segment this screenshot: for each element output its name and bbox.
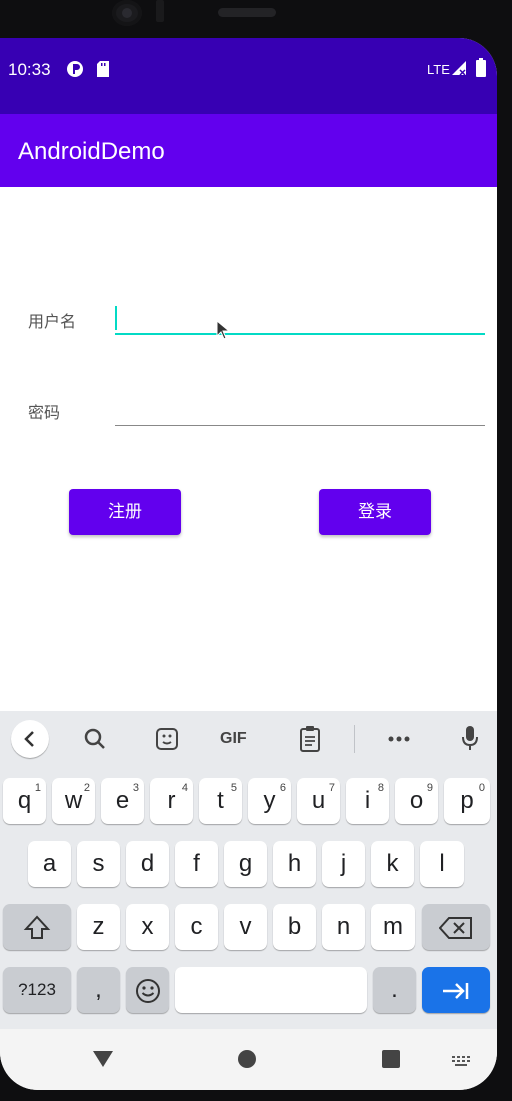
mic-icon[interactable] <box>460 721 480 757</box>
phone-frame: 10:33 LTE AndroidDemo 用户名 密码 注册 登录 GIF q… <box>0 0 512 1101</box>
shift-key[interactable] <box>3 904 71 950</box>
screen: 10:33 LTE AndroidDemo 用户名 密码 注册 登录 GIF q… <box>0 38 497 1090</box>
status-time: 10:33 <box>8 60 51 79</box>
enter-key[interactable] <box>422 967 490 1013</box>
space-key[interactable] <box>175 967 367 1013</box>
key-t[interactable]: t5 <box>199 778 242 824</box>
key-w[interactable]: w2 <box>52 778 95 824</box>
soft-keyboard: GIF q1 w2 e3 r4 t5 y6 u7 i8 o9 p0 a s d … <box>0 711 497 1029</box>
key-e[interactable]: e3 <box>101 778 144 824</box>
key-s[interactable]: s <box>77 841 120 887</box>
clipboard-icon[interactable] <box>299 721 321 757</box>
password-underline <box>115 425 485 426</box>
key-q[interactable]: q1 <box>3 778 46 824</box>
speaker <box>218 8 276 17</box>
backspace-key[interactable] <box>422 904 490 950</box>
app-title: AndroidDemo <box>18 138 165 165</box>
username-field[interactable] <box>115 300 485 335</box>
key-z[interactable]: z <box>77 904 120 950</box>
username-label: 用户名 <box>28 312 77 331</box>
key-b[interactable]: b <box>273 904 316 950</box>
period-key[interactable]: . <box>373 967 416 1013</box>
key-y[interactable]: y6 <box>248 778 291 824</box>
gif-button[interactable]: GIF <box>220 721 247 757</box>
password-field[interactable] <box>115 390 485 426</box>
key-n[interactable]: n <box>322 904 365 950</box>
sd-card-icon <box>96 60 110 83</box>
emoji-key[interactable] <box>126 967 169 1013</box>
keyboard-back-button[interactable] <box>11 720 49 758</box>
more-icon[interactable] <box>387 721 411 757</box>
symbols-key[interactable]: ?123 <box>3 967 71 1013</box>
sensor <box>156 0 164 22</box>
key-l[interactable]: l <box>420 841 464 887</box>
signal-icon <box>451 60 467 81</box>
register-button[interactable]: 注册 <box>69 489 181 535</box>
key-u[interactable]: u7 <box>297 778 340 824</box>
key-f[interactable]: f <box>175 841 218 887</box>
key-m[interactable]: m <box>371 904 415 950</box>
key-o[interactable]: o9 <box>395 778 438 824</box>
home-nav-icon[interactable] <box>237 1049 257 1073</box>
key-i[interactable]: i8 <box>346 778 389 824</box>
key-j[interactable]: j <box>322 841 365 887</box>
key-a[interactable]: a <box>28 841 71 887</box>
username-underline <box>115 333 485 335</box>
key-p[interactable]: p0 <box>444 778 490 824</box>
keyboard-switch-icon[interactable] <box>452 1053 472 1072</box>
camera-icon <box>112 0 142 26</box>
key-h[interactable]: h <box>273 841 316 887</box>
key-c[interactable]: c <box>175 904 218 950</box>
network-type: LTE <box>427 62 450 77</box>
comma-key[interactable]: , <box>77 967 120 1013</box>
toolbar-divider <box>354 725 355 753</box>
battery-icon <box>476 58 486 82</box>
password-label: 密码 <box>28 403 61 422</box>
sticker-icon[interactable] <box>155 721 179 757</box>
app-notification-icon <box>66 60 84 83</box>
key-d[interactable]: d <box>126 841 169 887</box>
search-icon[interactable] <box>82 721 108 757</box>
login-button[interactable]: 登录 <box>319 489 431 535</box>
key-r[interactable]: r4 <box>150 778 193 824</box>
app-bar: AndroidDemo <box>0 114 497 187</box>
key-v[interactable]: v <box>224 904 267 950</box>
key-x[interactable]: x <box>126 904 169 950</box>
status-bar: 10:33 LTE <box>0 38 497 114</box>
key-k[interactable]: k <box>371 841 414 887</box>
back-nav-icon[interactable] <box>92 1049 114 1073</box>
navigation-bar <box>0 1029 497 1090</box>
recents-nav-icon[interactable] <box>381 1049 401 1073</box>
key-g[interactable]: g <box>224 841 267 887</box>
mouse-pointer-icon <box>216 319 231 344</box>
text-cursor <box>115 306 117 330</box>
